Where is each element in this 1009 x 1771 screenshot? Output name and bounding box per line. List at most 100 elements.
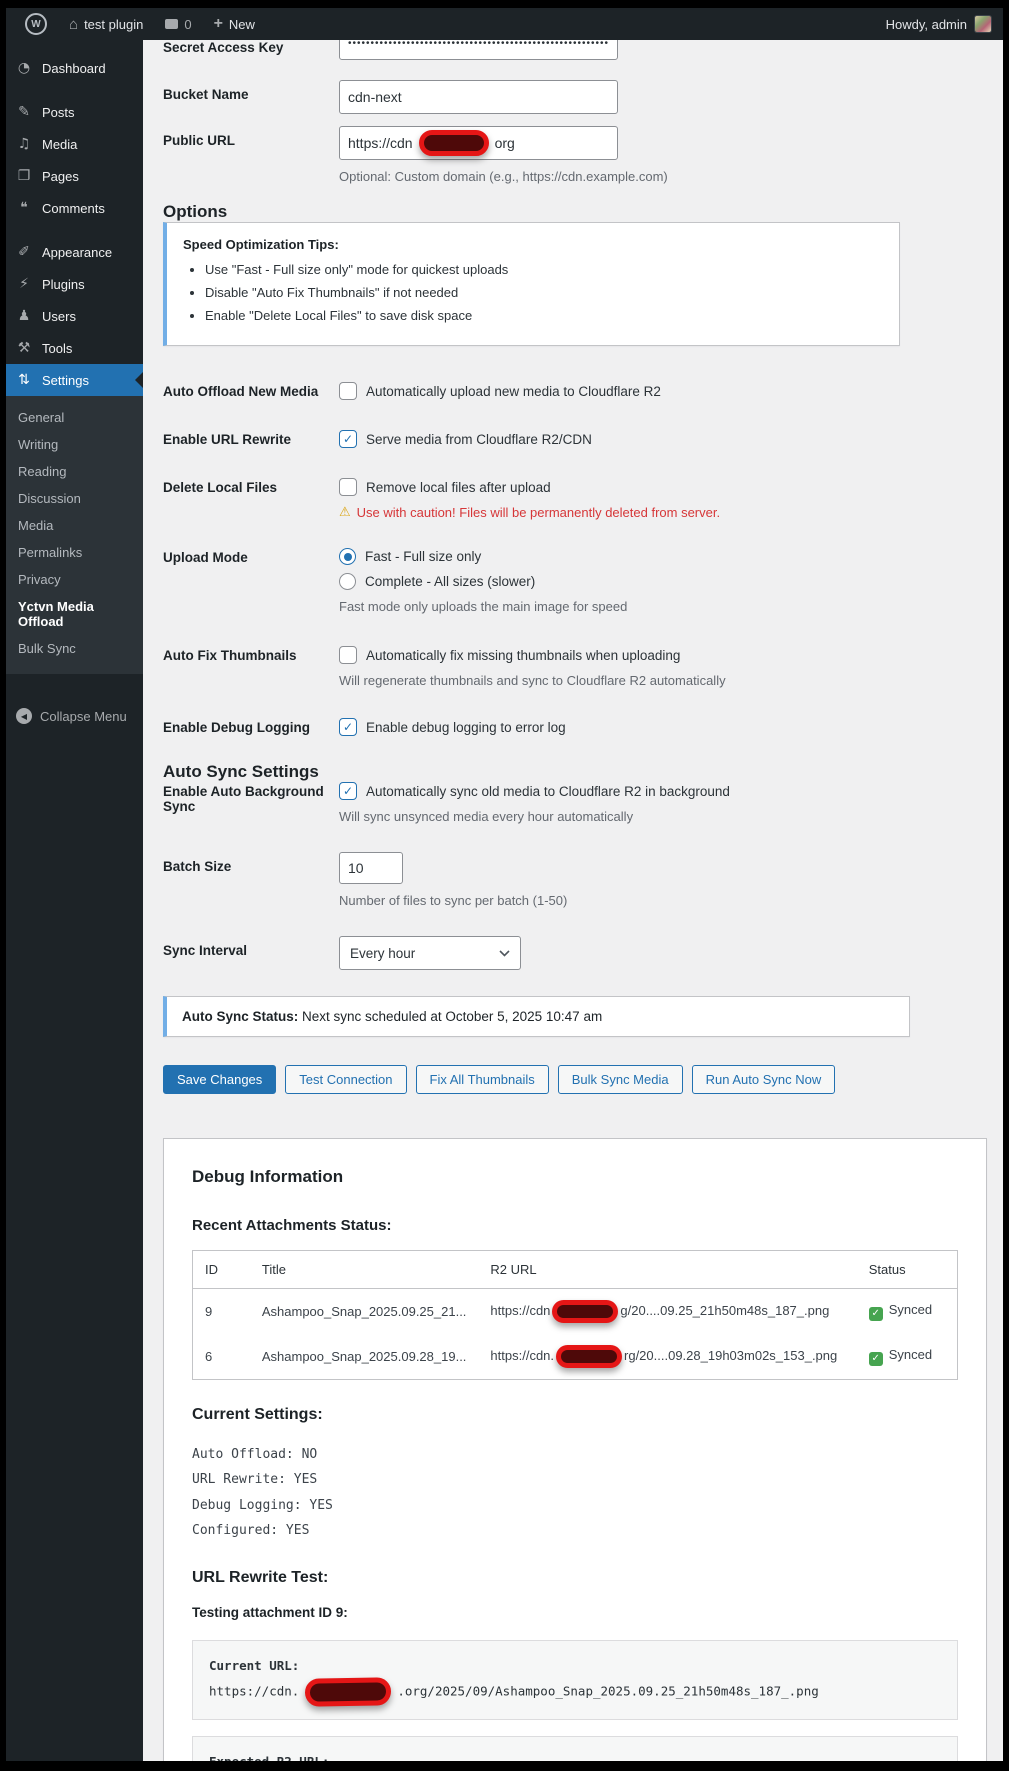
masked-value: ••••••••••••••••••••••••••••••••••••••••… — [348, 40, 610, 49]
status-label: Synced — [888, 1302, 933, 1318]
col-id: ID — [192, 1250, 250, 1289]
sidebar-item-settings[interactable]: ⇅ Settings — [6, 364, 143, 396]
appearance-brush-icon: ✐ — [18, 244, 30, 260]
run-auto-sync-button[interactable]: Run Auto Sync Now — [691, 1065, 836, 1094]
submenu-item-bulk-sync[interactable]: Bulk Sync — [6, 635, 143, 662]
admin-bar: W ⌂ test plugin 0 + New Howdy, admin — [6, 8, 1003, 40]
upload-mode-help: Fast mode only uploads the main image fo… — [339, 599, 628, 614]
sidebar-item-label: Pages — [42, 168, 79, 184]
public-url-input[interactable]: https://cdn org — [339, 126, 618, 160]
delete-warning: ⚠ Use with caution! Files will be perman… — [339, 504, 979, 520]
current-settings-lines: Auto Offload: NO URL Rewrite: YES Debug … — [192, 1442, 958, 1543]
checkbox-label: Remove local files after upload — [366, 479, 551, 495]
sidebar-item-pages[interactable]: ❐ Pages — [6, 160, 143, 192]
submenu-item-permalinks[interactable]: Permalinks — [6, 539, 143, 566]
auto-bg-sync-row: Enable Auto Background Sync Automaticall… — [163, 782, 979, 824]
field-label: Public URL — [163, 133, 236, 148]
cell-id: 9 — [205, 1304, 213, 1319]
delete-local-checkbox[interactable]: Remove local files after upload — [339, 478, 979, 496]
public-url-row: Public URL https://cdn org Optional: Cust… — [163, 126, 979, 184]
redaction-marker — [418, 130, 489, 156]
submenu-item-general[interactable]: General — [6, 404, 143, 431]
status-label: Synced — [888, 1347, 933, 1363]
setting-line: Auto Offload: NO — [192, 1447, 318, 1462]
cell-title: Ashampoo_Snap_2025.09.28_19... — [261, 1349, 467, 1364]
expected-url-label: Expected R2 URL: — [209, 1750, 941, 1761]
new-content-menu[interactable]: + New — [205, 8, 264, 40]
submenu-item-discussion[interactable]: Discussion — [6, 485, 143, 512]
upload-mode-fast-radio[interactable]: Fast - Full size only — [339, 548, 979, 565]
upload-mode-complete-radio[interactable]: Complete - All sizes (slower) — [339, 573, 979, 590]
submenu-item-reading[interactable]: Reading — [6, 458, 143, 485]
table-row: 6 Ashampoo_Snap_2025.09.28_19... https:/… — [193, 1334, 958, 1380]
bucket-name-value: cdn-next — [348, 89, 402, 105]
wp-logo-menu[interactable]: W — [16, 8, 56, 40]
submenu-item-writing[interactable]: Writing — [6, 431, 143, 458]
checkbox-icon[interactable] — [339, 718, 357, 736]
expected-url-box: Expected R2 URL: https://cdnorg/2025/09/… — [192, 1736, 958, 1761]
auto-offload-checkbox[interactable]: Automatically upload new media to Cloudf… — [339, 382, 979, 400]
sidebar-item-tools[interactable]: ⚒ Tools — [6, 332, 143, 364]
tip-item: Disable "Auto Fix Thumbnails" if not nee… — [205, 285, 883, 300]
user-avatar[interactable] — [975, 16, 991, 32]
field-label: Sync Interval — [163, 943, 248, 958]
radio-icon[interactable] — [339, 573, 356, 590]
col-r2-url: R2 URL — [478, 1250, 857, 1289]
sidebar-item-dashboard[interactable]: ◔ Dashboard — [6, 52, 143, 84]
window-frame: W ⌂ test plugin 0 + New Howdy, admin ◔ D… — [6, 8, 1003, 1761]
sidebar-item-label: Media — [42, 136, 78, 152]
url-suffix: g/20....09.25_21h50m48s_187_.png — [620, 1302, 830, 1318]
comments-shortcut[interactable]: 0 — [156, 8, 200, 40]
radio-icon[interactable] — [339, 548, 356, 565]
checkbox-icon[interactable] — [339, 430, 357, 448]
sidebar-item-media[interactable]: ♫ Media — [6, 128, 143, 160]
sidebar-item-comments[interactable]: ❝ Comments — [6, 192, 143, 224]
redaction-marker — [305, 1677, 392, 1707]
site-name-link[interactable]: ⌂ test plugin — [60, 8, 152, 40]
sidebar-item-appearance[interactable]: ✐ Appearance — [6, 236, 143, 268]
checkbox-icon[interactable] — [339, 478, 357, 496]
bucket-name-row: Bucket Name cdn-next — [163, 80, 979, 114]
auto-fix-checkbox[interactable]: Automatically fix missing thumbnails whe… — [339, 646, 979, 664]
col-status: Status — [856, 1250, 958, 1289]
secret-access-key-row: Secret Access Key ••••••••••••••••••••••… — [163, 40, 979, 60]
submenu-item-yctvn-media-offload[interactable]: Yctvn Media Offload — [6, 593, 143, 635]
sidebar-item-users[interactable]: ♟ Users — [6, 300, 143, 332]
collapse-menu-button[interactable]: ◀ Collapse Menu — [6, 700, 143, 732]
attachments-table: ID Title R2 URL Status 9 Ashampoo_Snap_2… — [192, 1250, 958, 1380]
checkbox-icon[interactable] — [339, 782, 357, 800]
checkbox-icon[interactable] — [339, 646, 357, 664]
howdy-admin-link[interactable]: Howdy, admin — [886, 17, 967, 32]
field-label: Upload Mode — [163, 550, 248, 565]
test-connection-button[interactable]: Test Connection — [285, 1065, 407, 1094]
sync-interval-value: Every hour — [350, 945, 416, 961]
site-name-label: test plugin — [84, 16, 144, 32]
field-label: Auto Fix Thumbnails — [163, 648, 297, 663]
batch-size-row: Batch Size 10 Number of files to sync pe… — [163, 852, 979, 908]
sidebar-item-posts[interactable]: ✎ Posts — [6, 96, 143, 128]
checkbox-label: Serve media from Cloudflare R2/CDN — [366, 431, 592, 447]
fix-all-thumbnails-button[interactable]: Fix All Thumbnails — [415, 1065, 549, 1094]
speed-tips-notice: Speed Optimization Tips: Use "Fast - Ful… — [163, 222, 900, 346]
sidebar-item-label: Users — [42, 308, 76, 324]
field-label: Enable Auto Background Sync — [163, 784, 324, 814]
field-label: Enable URL Rewrite — [163, 432, 292, 447]
redaction-marker — [556, 1345, 623, 1368]
recent-attachments-heading: Recent Attachments Status: — [192, 1217, 392, 1234]
debug-logging-checkbox[interactable]: Enable debug logging to error log — [339, 718, 979, 736]
cell-id: 6 — [205, 1349, 213, 1364]
secret-access-key-input[interactable]: ••••••••••••••••••••••••••••••••••••••••… — [339, 40, 618, 60]
bulk-sync-media-button[interactable]: Bulk Sync Media — [557, 1065, 683, 1094]
sidebar-item-plugins[interactable]: ⚡ Plugins — [6, 268, 143, 300]
checkbox-icon[interactable] — [339, 382, 357, 400]
field-label: Delete Local Files — [163, 480, 278, 495]
save-changes-button[interactable]: Save Changes — [163, 1065, 277, 1094]
bucket-name-input[interactable]: cdn-next — [339, 80, 618, 114]
sync-interval-select[interactable]: Every hour — [339, 936, 521, 970]
batch-size-input[interactable]: 10 — [339, 852, 403, 884]
submenu-item-privacy[interactable]: Privacy — [6, 566, 143, 593]
auto-bg-sync-checkbox[interactable]: Automatically sync old media to Cloudfla… — [339, 782, 979, 800]
submenu-item-media[interactable]: Media — [6, 512, 143, 539]
url-rewrite-checkbox[interactable]: Serve media from Cloudflare R2/CDN — [339, 430, 979, 448]
collapse-menu-label: Collapse Menu — [40, 708, 127, 724]
